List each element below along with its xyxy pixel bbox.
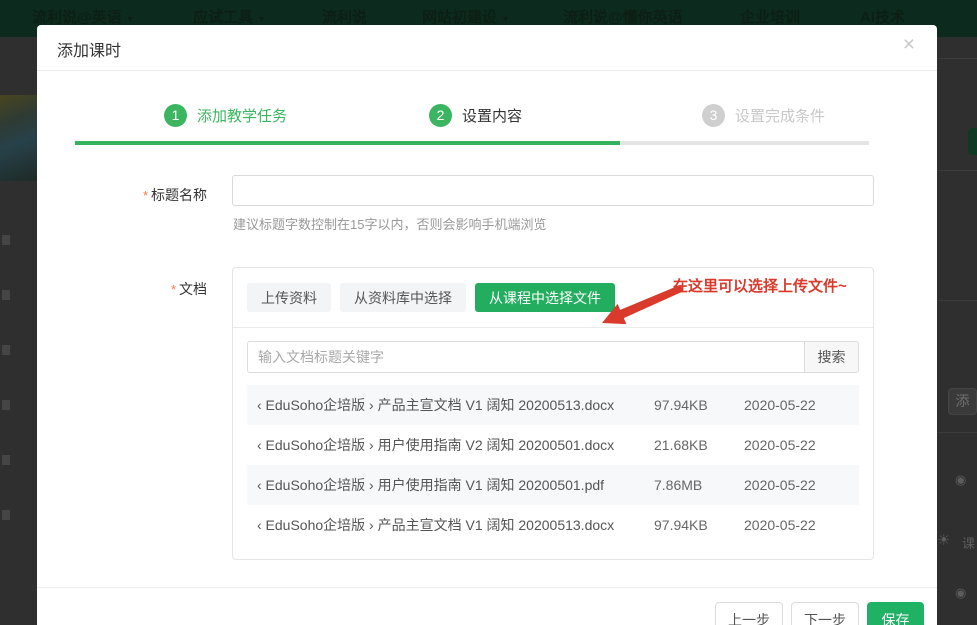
file-row[interactable]: ‹ EduSoho企培版 › 用户使用指南 V2 阔知 20200501.doc… (247, 425, 859, 465)
sun-icon: ☀ (937, 531, 950, 549)
file-row[interactable]: ‹ EduSoho企培版 › 用户使用指南 V1 阔知 20200501.pdf… (247, 465, 859, 505)
background-text-fragment (2, 345, 10, 355)
annotation-arrow-icon (597, 283, 689, 329)
nav-item[interactable]: 流利说@英语▾ (32, 6, 133, 27)
background-course-thumbnail (0, 95, 38, 181)
search-input[interactable] (247, 341, 805, 373)
step-label: 设置完成条件 (735, 105, 825, 126)
next-step-button[interactable]: 下一步 (791, 602, 859, 625)
previous-step-button[interactable]: 上一步 (715, 602, 783, 625)
nav-item[interactable]: 流利说 (322, 6, 367, 27)
nav-item[interactable]: 网站初建设▾ (422, 6, 508, 27)
eye-icon: ◉ (955, 472, 966, 488)
modal-title: 添加课时 (57, 37, 121, 61)
document-search-bar: 搜索 (247, 341, 859, 373)
background-add-button: 添 (948, 388, 977, 415)
file-name: ‹ EduSoho企培版 › 产品主宣文档 V1 阔知 20200513.doc… (257, 515, 654, 535)
step-number-badge: 2 (429, 104, 452, 127)
save-button[interactable]: 保存 (867, 602, 924, 625)
file-name: ‹ EduSoho企培版 › 产品主宣文档 V1 阔知 20200513.doc… (257, 395, 654, 415)
chevron-down-icon: ▾ (128, 14, 133, 25)
tab-upload-material[interactable]: 上传资料 (247, 283, 331, 312)
file-list: ‹ EduSoho企培版 › 产品主宣文档 V1 阔知 20200513.doc… (247, 385, 859, 545)
file-size: 21.68KB (654, 437, 744, 453)
required-asterisk: * (143, 188, 148, 203)
title-field-label: *标题名称 (37, 185, 207, 205)
file-row[interactable]: ‹ EduSoho企培版 › 产品主宣文档 V1 阔知 20200513.doc… (247, 385, 859, 425)
background-divider (937, 300, 977, 301)
step-label: 添加教学任务 (197, 105, 287, 126)
document-picker-panel: 上传资料 从资料库中选择 从课程中选择文件 搜索 ‹ EduSoho企培版 › … (232, 267, 874, 560)
nav-item[interactable]: AI技术 (860, 6, 905, 27)
nav-item[interactable]: 企业培训 (740, 6, 800, 27)
step-number-badge: 3 (702, 104, 725, 127)
modal-footer: 上一步 下一步 保存 (37, 587, 937, 625)
step-progress-fill (75, 141, 620, 145)
background-course-label: 课 (962, 533, 975, 552)
background-text-fragment (2, 400, 10, 410)
document-field-label: *文档 (37, 279, 207, 299)
required-asterisk: * (171, 282, 176, 297)
screen: 流利说@英语▾ 应试工具▾ 流利说 网站初建设▾ 流利说@懂你英语 企业培训 A… (0, 0, 977, 625)
file-name: ‹ EduSoho企培版 › 用户使用指南 V2 阔知 20200501.doc… (257, 435, 654, 455)
file-date: 2020-05-22 (744, 437, 839, 453)
title-help-text: 建议标题字数控制在15字以内，否则会影响手机端浏览 (233, 214, 546, 233)
file-date: 2020-05-22 (744, 397, 839, 413)
background-text-fragment (2, 290, 10, 300)
file-size: 97.94KB (654, 397, 744, 413)
title-input[interactable] (232, 175, 874, 206)
background-text-fragment (2, 235, 10, 245)
annotation-text: 在这里可以选择上传文件~ (673, 275, 847, 296)
nav-item[interactable]: 应试工具▾ (193, 6, 264, 27)
file-size: 7.86MB (654, 477, 744, 493)
close-icon[interactable]: × (903, 34, 915, 55)
file-row[interactable]: ‹ EduSoho企培版 › 产品主宣文档 V1 阔知 20200513.doc… (247, 505, 859, 545)
file-date: 2020-05-22 (744, 477, 839, 493)
step-label: 设置内容 (462, 105, 522, 126)
step-set-content: 2 设置内容 (429, 103, 522, 127)
chevron-down-icon: ▾ (259, 14, 264, 25)
background-green-button (968, 128, 977, 155)
step-add-task: 1 添加教学任务 (164, 103, 287, 127)
chevron-down-icon: ▾ (503, 14, 508, 25)
eye-icon: ◉ (955, 585, 966, 601)
step-completion-conditions: 3 设置完成条件 (702, 103, 825, 127)
background-text-fragment (2, 510, 10, 520)
step-number-badge: 1 (164, 104, 187, 127)
add-lesson-modal: 添加课时 × 1 添加教学任务 2 设置内容 3 设置完成条件 *标题名称 建议… (37, 25, 937, 625)
background-divider (937, 58, 977, 59)
background-divider (937, 432, 977, 433)
step-progress-track (75, 141, 869, 145)
search-button[interactable]: 搜索 (805, 341, 859, 373)
background-text-fragment (2, 455, 10, 465)
nav-item[interactable]: 流利说@懂你英语 (563, 6, 683, 27)
background-divider (937, 170, 977, 171)
modal-header: 添加课时 × (37, 25, 937, 71)
tab-choose-from-course[interactable]: 从课程中选择文件 (475, 283, 615, 312)
file-name: ‹ EduSoho企培版 › 用户使用指南 V1 阔知 20200501.pdf (257, 475, 654, 495)
file-date: 2020-05-22 (744, 517, 839, 533)
file-size: 97.94KB (654, 517, 744, 533)
tab-choose-from-library[interactable]: 从资料库中选择 (340, 283, 466, 312)
